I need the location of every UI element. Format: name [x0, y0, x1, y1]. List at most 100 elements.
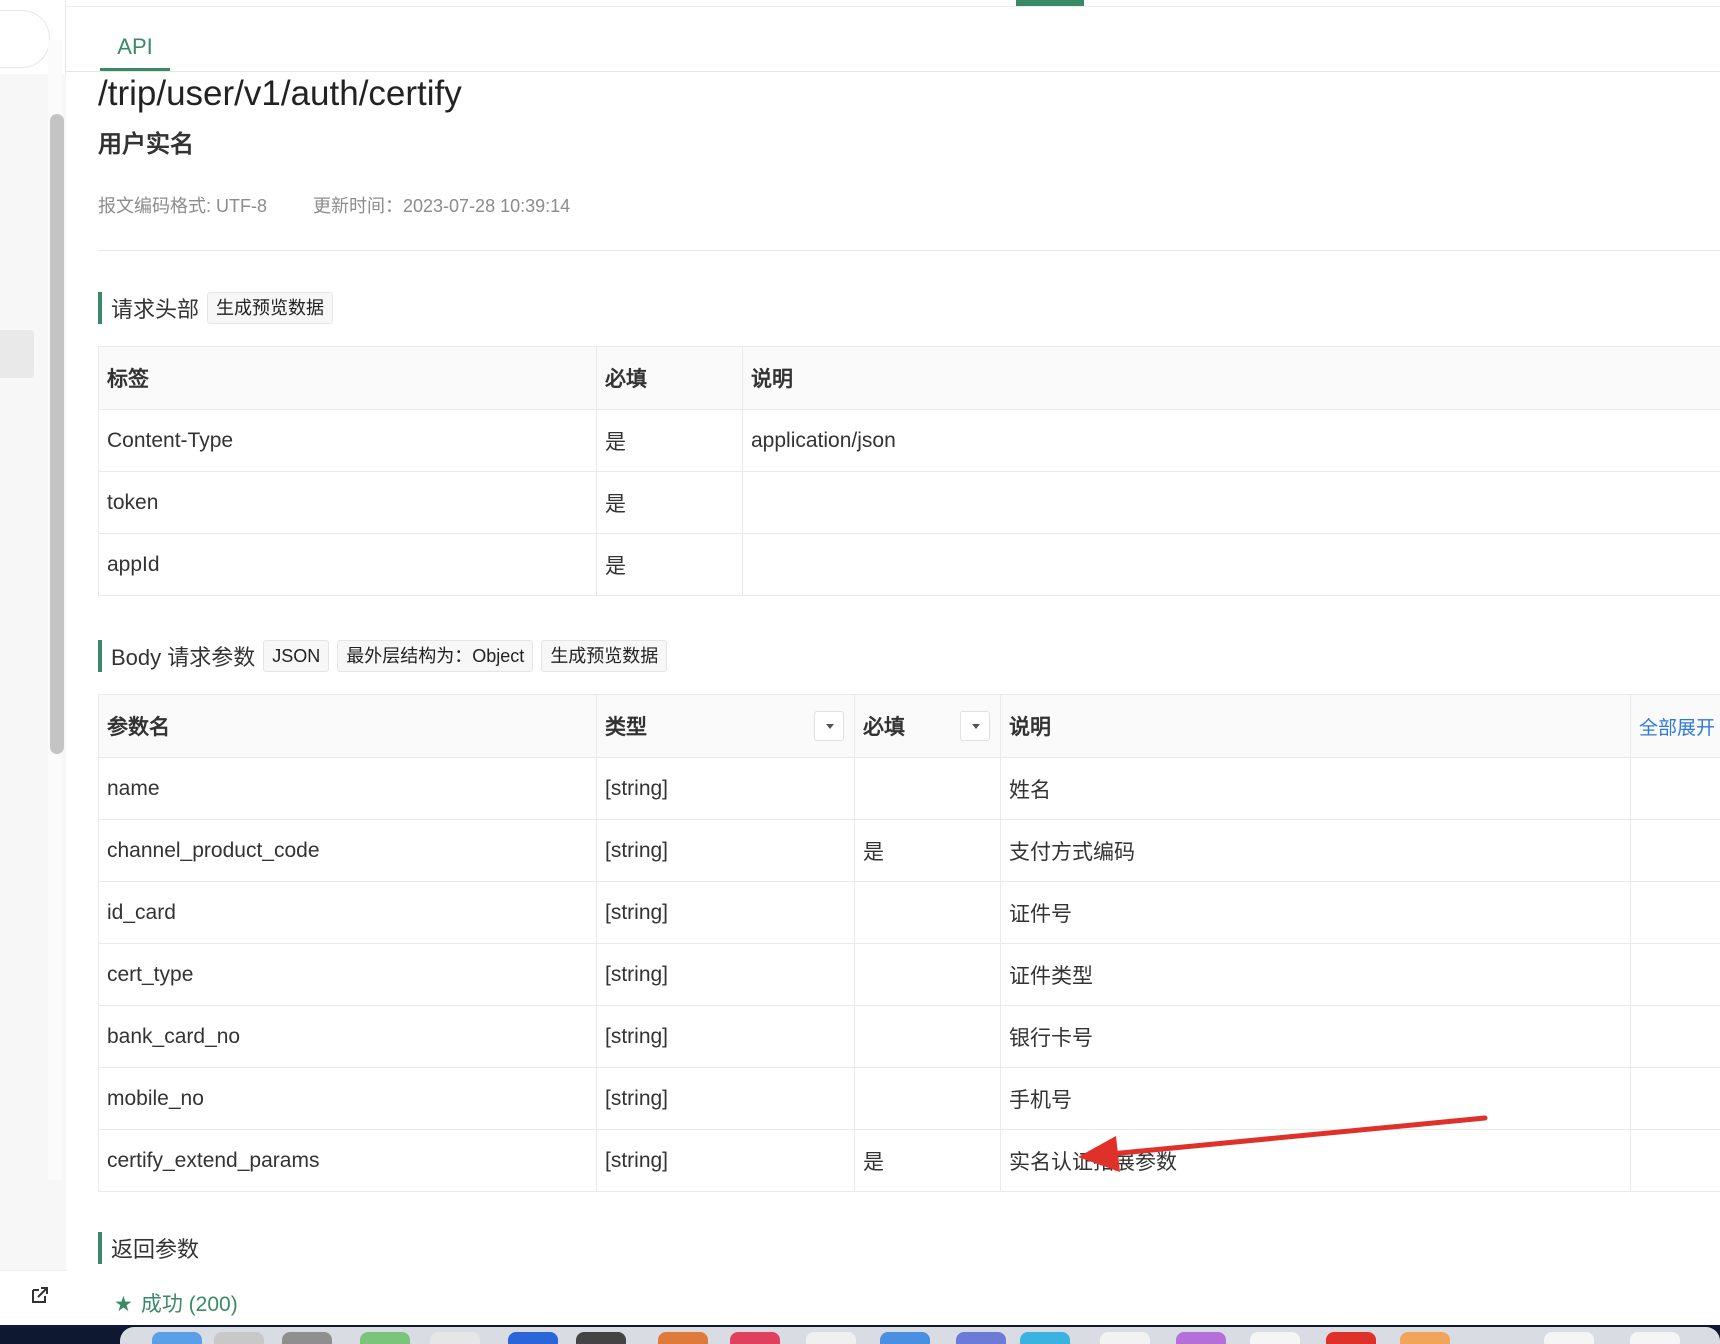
column-header-label: 必填: [863, 716, 905, 739]
external-link-icon[interactable]: [30, 1285, 50, 1305]
sidebar-search-input[interactable]: [0, 10, 50, 68]
header-name: token: [98, 471, 597, 534]
param-required: 是: [854, 1129, 1001, 1192]
table-row: appId 是: [98, 533, 1720, 596]
dock-app-icon[interactable]: [1250, 1332, 1300, 1344]
header-desc: [742, 533, 1720, 596]
param-desc: 姓名: [1000, 757, 1631, 820]
column-header: 参数名: [98, 694, 597, 758]
param-type: [string]: [596, 1005, 855, 1068]
dock-app-icon[interactable]: [360, 1332, 410, 1344]
encoding-info: 报文编码格式: UTF-8: [98, 196, 267, 216]
format-tag: JSON: [263, 640, 330, 672]
column-header: 说明: [742, 346, 1720, 410]
dock-app-icon[interactable]: [658, 1332, 708, 1344]
dock-app-icon[interactable]: [730, 1332, 780, 1344]
tab-api[interactable]: API: [100, 7, 170, 71]
sidebar-scrollbar-thumb[interactable]: [50, 114, 64, 754]
section-title: Body 请求参数: [111, 645, 256, 670]
table-row: token 是: [98, 471, 1720, 534]
param-actions: [1630, 1067, 1720, 1130]
param-type: [string]: [596, 819, 855, 882]
divider: [98, 250, 1720, 251]
param-required: 是: [854, 819, 1001, 882]
param-name: name: [98, 757, 597, 820]
expand-all-cell: 全部展开: [1630, 694, 1720, 758]
header-name: Content-Type: [98, 409, 597, 472]
param-name: id_card: [98, 881, 597, 944]
param-actions: [1630, 1005, 1720, 1068]
param-required: [854, 1005, 1001, 1068]
dock-app-icon[interactable]: [806, 1332, 856, 1344]
param-actions: [1630, 943, 1720, 1006]
column-header: 标签: [98, 346, 597, 410]
structure-tag: 最外层结构为：Object: [337, 640, 534, 672]
param-desc: 银行卡号: [1000, 1005, 1631, 1068]
generate-preview-button[interactable]: 生成预览数据: [207, 292, 334, 324]
dock-app-icon[interactable]: [430, 1332, 480, 1344]
param-required: [854, 943, 1001, 1006]
dock-app-icon[interactable]: [880, 1332, 930, 1344]
table-row: name [string] 姓名: [98, 757, 1720, 820]
section-title: 返回参数: [111, 1237, 200, 1262]
table-row: channel_product_code [string] 是 支付方式编码: [98, 819, 1720, 882]
column-header: 必填: [596, 346, 743, 410]
body-params-table: 参数名 类型 必填 说明 全部展开 name [string] 姓名 chann…: [98, 694, 1720, 1192]
dock-app-icon[interactable]: [508, 1332, 558, 1344]
section-title: 请求头部: [111, 297, 200, 322]
param-actions: [1630, 757, 1720, 820]
sidebar-item-selected[interactable]: [0, 330, 34, 378]
param-desc: 证件类型: [1000, 943, 1631, 1006]
star-icon: ★: [114, 1293, 133, 1316]
header-required: 是: [596, 471, 743, 534]
param-type: [string]: [596, 1129, 855, 1192]
table-header-row: 标签 必填 说明: [98, 346, 1720, 410]
param-desc: 支付方式编码: [1000, 819, 1631, 882]
param-type: [string]: [596, 881, 855, 944]
table-row: id_card [string] 证件号: [98, 881, 1720, 944]
param-type: [string]: [596, 1067, 855, 1130]
dock-app-icon[interactable]: [1544, 1332, 1594, 1344]
success-response-toggle[interactable]: ★ 成功 (200): [114, 1288, 238, 1318]
dock-app-icon[interactable]: [1630, 1332, 1680, 1344]
api-meta: 报文编码格式: UTF-8 更新时间：2023-07-28 10:39:14: [98, 192, 570, 218]
param-desc: 实名认证拓展参数: [1000, 1129, 1631, 1192]
param-required: [854, 757, 1001, 820]
table-header-row: 参数名 类型 必填 说明 全部展开: [98, 694, 1720, 758]
request-headers-heading: 请求头部 生成预览数据: [98, 292, 341, 324]
dock-app-icon[interactable]: [1020, 1332, 1070, 1344]
param-name: certify_extend_params: [98, 1129, 597, 1192]
header-desc: [742, 471, 1720, 534]
param-name: cert_type: [98, 943, 597, 1006]
dock-app-icon[interactable]: [1400, 1332, 1450, 1344]
table-row: bank_card_no [string] 银行卡号: [98, 1005, 1720, 1068]
dock-app-icon[interactable]: [214, 1332, 264, 1344]
dock-app-icon[interactable]: [576, 1332, 626, 1344]
column-header-required: 必填: [854, 694, 1001, 758]
param-name: channel_product_code: [98, 819, 597, 882]
updated-time: 更新时间：2023-07-28 10:39:14: [313, 196, 571, 216]
param-name: bank_card_no: [98, 1005, 597, 1068]
main-content: /trip/user/v1/auth/certify 用户实名 报文编码格式: …: [98, 72, 1720, 1325]
dock-app-icon[interactable]: [1326, 1332, 1376, 1344]
dock-app-icon[interactable]: [1176, 1332, 1226, 1344]
endpoint-path: /trip/user/v1/auth/certify: [98, 74, 462, 113]
caret-down-icon[interactable]: [814, 711, 844, 741]
request-headers-table: 标签 必填 说明 Content-Type 是 application/json…: [98, 346, 1720, 596]
dock-app-icon[interactable]: [956, 1332, 1006, 1344]
param-actions: [1630, 819, 1720, 882]
generate-preview-button[interactable]: 生成预览数据: [541, 640, 668, 672]
table-row: certify_extend_params [string] 是 实名认证拓展参…: [98, 1129, 1720, 1192]
column-header-type: 类型: [596, 694, 855, 758]
dock-app-icon[interactable]: [1100, 1332, 1150, 1344]
dock-app-icon[interactable]: [282, 1332, 332, 1344]
api-name: 用户实名: [98, 131, 194, 158]
table-row: cert_type [string] 证件类型: [98, 943, 1720, 1006]
api-doc-window: { "header": { "tab_label": "API" }, "api…: [0, 0, 1720, 1344]
tab-bar: API: [66, 7, 1720, 72]
expand-all-link[interactable]: 全部展开: [1639, 718, 1715, 739]
caret-down-icon[interactable]: [960, 711, 990, 741]
param-type: [string]: [596, 943, 855, 1006]
header-name: appId: [98, 533, 597, 596]
dock-app-icon[interactable]: [152, 1332, 202, 1344]
